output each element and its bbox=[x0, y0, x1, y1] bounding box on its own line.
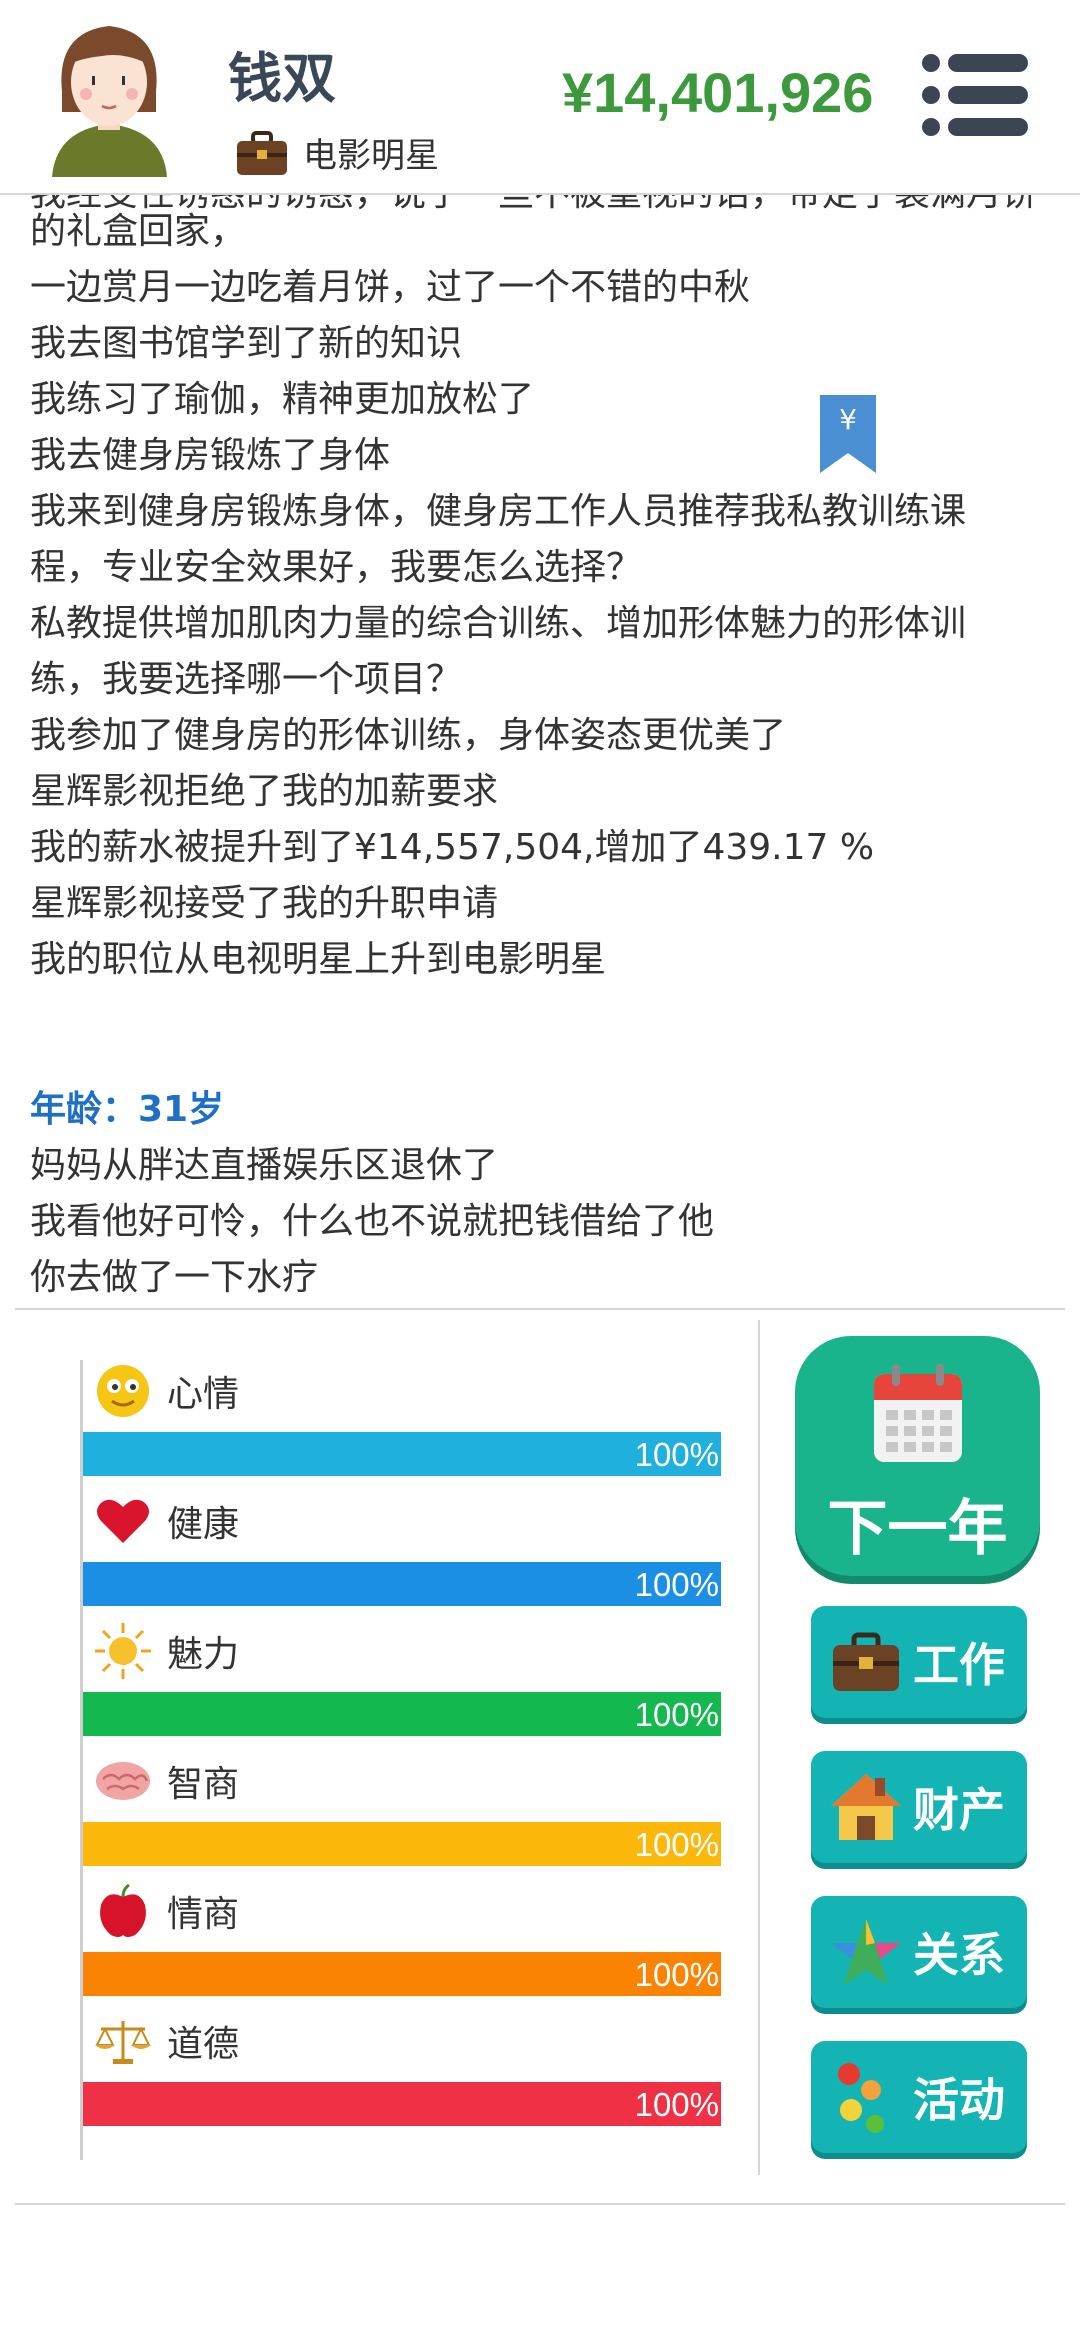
header: 钱双 电影明星 ¥14,401,926 bbox=[0, 0, 1080, 195]
stat-value: 100% bbox=[634, 1696, 719, 1733]
work-button[interactable]: 工作 bbox=[811, 1606, 1027, 1718]
log-line: 程，专业安全效果好，我要怎么选择？ bbox=[30, 547, 643, 588]
stat-bar-fill bbox=[83, 1692, 721, 1736]
stat-4: 情商 100% bbox=[83, 1880, 723, 2010]
stat-label: 心情 bbox=[167, 1374, 240, 1415]
menu-icon[interactable] bbox=[920, 52, 1030, 138]
job-title: 电影明星 bbox=[235, 128, 439, 177]
log-line: 我去健身房锻炼了身体 bbox=[30, 435, 391, 476]
stat-0: 心情 100% bbox=[83, 1360, 723, 1490]
log-line: 我练习了瑜伽，精神更加放松了 bbox=[30, 379, 535, 420]
bookmark-yen-icon[interactable]: ¥ bbox=[820, 395, 876, 473]
stat-label: 健康 bbox=[167, 1504, 240, 1545]
calendar-icon bbox=[874, 1364, 962, 1462]
star-icon bbox=[831, 1919, 901, 1985]
stat-header: 心情 bbox=[93, 1360, 239, 1422]
briefcase-icon bbox=[833, 1632, 899, 1691]
divider-top bbox=[15, 1308, 1065, 1310]
age-heading: 年龄：31岁 bbox=[30, 1089, 225, 1130]
stat-bar-fill bbox=[83, 1432, 721, 1476]
log-line: 我去图书馆学到了新的知识 bbox=[30, 323, 463, 364]
stat-3: 智商 100% bbox=[83, 1750, 723, 1880]
next-year-label: 下一年 bbox=[827, 1494, 1008, 1564]
log-line: 一边赏月一边吃着月饼，过了一个不错的中秋 bbox=[30, 267, 751, 308]
stat-5: 道德 100% bbox=[83, 2010, 723, 2140]
stat-bar: 100% bbox=[83, 1562, 721, 1606]
brain-icon bbox=[96, 1762, 150, 1800]
stat-value: 100% bbox=[634, 1826, 719, 1863]
stat-label: 智商 bbox=[167, 1764, 240, 1805]
stat-label: 道德 bbox=[167, 2024, 240, 2065]
log-line: 私教提供增加肌肉力量的综合训练、增加形体魅力的形体训 bbox=[30, 603, 967, 644]
stat-header: 情商 bbox=[93, 1880, 239, 1942]
stat-bar: 100% bbox=[83, 2082, 721, 2126]
stat-bar: 100% bbox=[83, 1692, 721, 1736]
avatar[interactable] bbox=[42, 12, 177, 177]
next-year-button[interactable]: 下一年 bbox=[795, 1336, 1040, 1576]
stat-header: 健康 bbox=[93, 1490, 239, 1552]
stat-bar: 100% bbox=[83, 1822, 721, 1866]
stats-panel: 心情 100% 健康 100% 魅力 100% 智商 100% 情商 100% 道德 100% bbox=[80, 1360, 723, 2160]
heart-icon bbox=[97, 1499, 149, 1543]
stat-2: 魅力 100% bbox=[83, 1620, 723, 1750]
stat-label: 情商 bbox=[167, 1894, 240, 1935]
log-line: 练，我要选择哪一个项目？ bbox=[30, 659, 463, 700]
apple-icon bbox=[100, 1883, 146, 1937]
activity-dots-icon bbox=[838, 2063, 884, 2133]
stat-bar: 100% bbox=[83, 1432, 721, 1476]
log-line: 你去做了一下水疗 bbox=[30, 1257, 319, 1296]
activities-label: 活动 bbox=[913, 2073, 1005, 2127]
activities-button[interactable]: 活动 bbox=[811, 2041, 1027, 2153]
stat-bar: 100% bbox=[83, 1952, 721, 1996]
player-name: 钱双 bbox=[228, 47, 336, 110]
log-line: 我经受住诱惑的诱惑，说了一些不被重视的话，带走了装满月饼的礼盒回家， bbox=[30, 195, 1038, 252]
stat-header: 道德 bbox=[93, 2010, 239, 2072]
stat-bar-fill bbox=[83, 2082, 721, 2126]
log-line: 星辉影视拒绝了我的加薪要求 bbox=[30, 771, 499, 812]
work-label: 工作 bbox=[913, 1638, 1005, 1692]
log-line: 妈妈从胖达直播娱乐区退休了 bbox=[30, 1145, 499, 1186]
stat-value: 100% bbox=[634, 1436, 719, 1473]
property-button[interactable]: 财产 bbox=[811, 1751, 1027, 1863]
stat-1: 健康 100% bbox=[83, 1490, 723, 1620]
money-balance: ¥14,401,926 bbox=[562, 61, 874, 124]
relations-button[interactable]: 关系 bbox=[811, 1896, 1027, 2008]
log-line: 我参加了健身房的形体训练，身体姿态更优美了 bbox=[30, 715, 787, 756]
stat-value: 100% bbox=[634, 2086, 719, 2123]
property-label: 财产 bbox=[913, 1783, 1005, 1837]
stat-label: 魅力 bbox=[167, 1634, 240, 1675]
smiley-icon bbox=[97, 1365, 149, 1417]
log-line: 我来到健身房锻炼身体，健身房工作人员推荐我私教训练课 bbox=[30, 491, 967, 532]
relations-label: 关系 bbox=[913, 1928, 1005, 1982]
vertical-divider bbox=[758, 1320, 760, 2175]
briefcase-icon bbox=[237, 130, 287, 175]
event-log[interactable]: 我经受住诱惑的诱惑，说了一些不被重视的话，带走了装满月饼的礼盒回家， 一边赏月一边… bbox=[0, 195, 1080, 1295]
stat-value: 100% bbox=[634, 1566, 719, 1603]
stat-bar-fill bbox=[83, 1822, 721, 1866]
house-icon bbox=[831, 1774, 901, 1840]
scales-icon bbox=[95, 2021, 151, 2064]
divider-bottom bbox=[15, 2203, 1065, 2205]
stat-header: 智商 bbox=[93, 1750, 239, 1812]
stat-header: 魅力 bbox=[93, 1620, 239, 1682]
log-line: 星辉影视接受了我的升职申请 bbox=[30, 883, 499, 924]
log-line: 我的薪水被提升到了¥14,557,504,增加了439.17 % bbox=[30, 827, 875, 868]
job-label: 电影明星 bbox=[303, 136, 439, 176]
stat-bar-fill bbox=[83, 1952, 721, 1996]
log-line: 我的职位从电视明星上升到电影明星 bbox=[30, 939, 607, 980]
stat-value: 100% bbox=[634, 1956, 719, 1993]
log-line: 我看他好可怜，什么也不说就把钱借给了他 bbox=[30, 1201, 715, 1242]
stat-bar-fill bbox=[83, 1562, 721, 1606]
event-log-content: 我经受住诱惑的诱惑，说了一些不被重视的话，带走了装满月饼的礼盒回家， 一边赏月一边… bbox=[30, 195, 1050, 1295]
sun-icon bbox=[95, 1623, 151, 1679]
svg-text:¥: ¥ bbox=[839, 403, 857, 436]
